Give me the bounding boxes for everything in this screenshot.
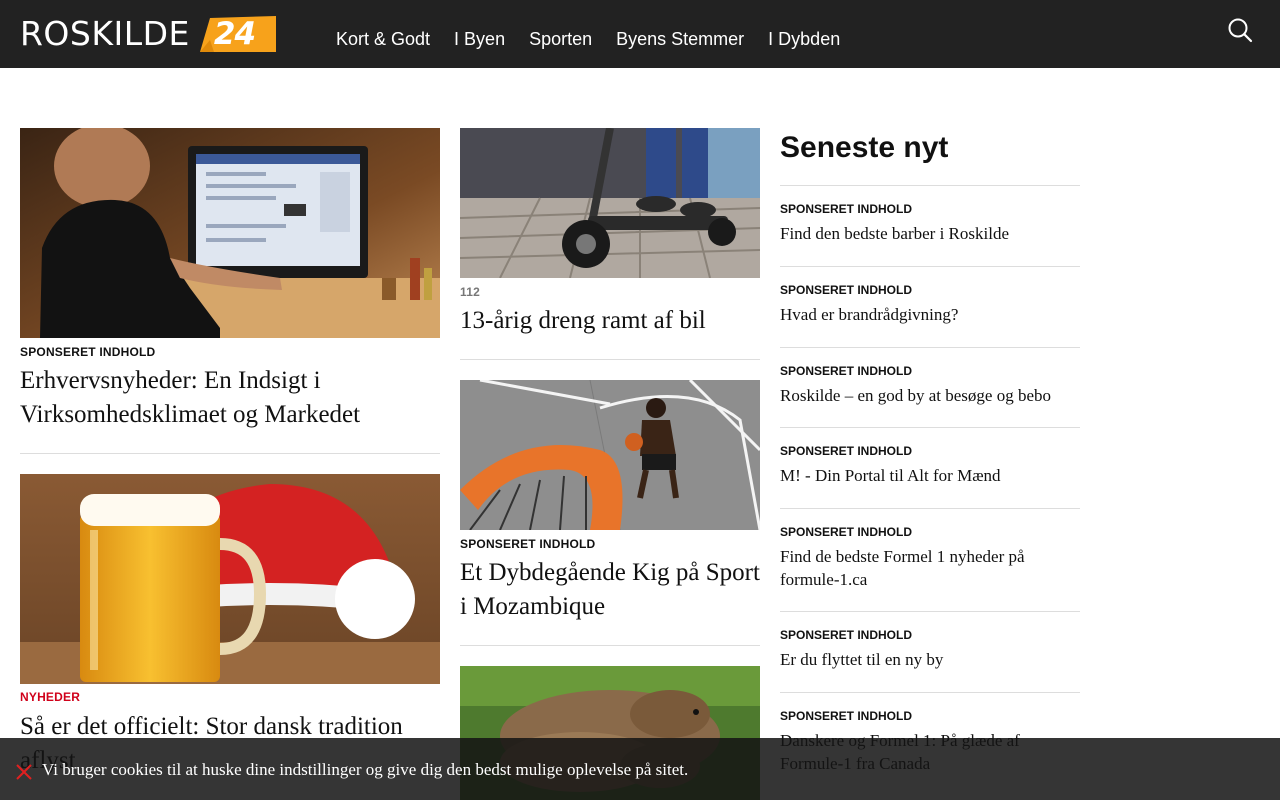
article-kicker: NYHEDER [20, 690, 81, 704]
close-icon [16, 764, 32, 780]
article-image-beer[interactable] [20, 474, 440, 684]
search-button[interactable] [1226, 16, 1254, 44]
article-kicker: SPONSERET INDHOLD [20, 345, 156, 359]
article-image-scooter[interactable] [460, 128, 760, 278]
search-icon [1228, 18, 1253, 43]
site-header: ROSKILDE 24 Kort & Godt I Byen Sporten B… [0, 0, 1280, 68]
nav-item-i-dybden[interactable]: I Dybden [768, 29, 840, 50]
nav-item-sporten[interactable]: Sporten [529, 29, 592, 50]
sidebar-item[interactable]: SPONSERET INDHOLD Er du flyttet til en n… [780, 611, 1080, 692]
article-image-computer[interactable] [20, 128, 440, 338]
sidebar-item-title[interactable]: Roskilde – en god by at besøge og bebo [780, 384, 1070, 407]
article-headline[interactable]: Erhvervsnyheder: En Indsigt i Virksomhed… [20, 364, 440, 432]
nav-item-i-byen[interactable]: I Byen [454, 29, 505, 50]
sidebar-item-title[interactable]: Find de bedste Formel 1 nyheder på formu… [780, 545, 1070, 591]
divider [460, 359, 760, 360]
sidebar-item-kicker: SPONSERET INDHOLD [780, 628, 913, 642]
sidebar-item-title[interactable]: Hvad er brandrådgivning? [780, 303, 1070, 326]
sidebar-item[interactable]: SPONSERET INDHOLD Roskilde – en god by a… [780, 347, 1080, 427]
logo-number: 24 [213, 16, 256, 52]
sidebar-item[interactable]: SPONSERET INDHOLD Find de bedste Formel … [780, 508, 1080, 611]
sidebar-item-kicker: SPONSERET INDHOLD [780, 202, 913, 216]
sidebar-item-kicker: SPONSERET INDHOLD [780, 364, 913, 378]
article-kicker: SPONSERET INDHOLD [460, 537, 596, 551]
article-card-mozambique[interactable]: SPONSERET INDHOLD Et Dybdegående Kig på … [460, 380, 760, 646]
site-logo[interactable]: ROSKILDE 24 [20, 15, 276, 53]
article-headline[interactable]: 13-årig dreng ramt af bil [460, 304, 760, 338]
sidebar-item[interactable]: SPONSERET INDHOLD Find den bedste barber… [780, 185, 1080, 266]
divider [20, 453, 440, 454]
nav-item-kort-og-godt[interactable]: Kort & Godt [336, 29, 430, 50]
sidebar-item-title[interactable]: Er du flyttet til en ny by [780, 648, 1070, 671]
sidebar-item-title[interactable]: M! - Din Portal til Alt for Mænd [780, 464, 1070, 487]
logo-badge: 24 [199, 16, 276, 52]
cookie-close-button[interactable] [14, 762, 34, 782]
article-headline[interactable]: Et Dybdegående Kig på Sport i Mozambique [460, 556, 760, 624]
logo-text: ROSKILDE [20, 14, 190, 53]
article-image-basketball[interactable] [460, 380, 760, 530]
sidebar-item-kicker: SPONSERET INDHOLD [780, 709, 913, 723]
sidebar-item[interactable]: SPONSERET INDHOLD Hvad er brandrådgivnin… [780, 266, 1080, 347]
article-kicker: 112 [460, 285, 480, 299]
article-card-erhvervsnyheder[interactable]: SPONSERET INDHOLD Erhvervsnyheder: En In… [20, 128, 440, 454]
sidebar-item-title[interactable]: Find den bedste barber i Roskilde [780, 222, 1070, 245]
divider [460, 645, 760, 646]
sidebar-item-kicker: SPONSERET INDHOLD [780, 283, 913, 297]
sidebar-item-kicker: SPONSERET INDHOLD [780, 444, 913, 458]
sidebar-item-kicker: SPONSERET INDHOLD [780, 525, 913, 539]
nav-item-byens-stemmer[interactable]: Byens Stemmer [616, 29, 744, 50]
sidebar-item[interactable]: SPONSERET INDHOLD M! - Din Portal til Al… [780, 427, 1080, 508]
article-card-dreng-ramt[interactable]: 112 13-årig dreng ramt af bil [460, 128, 760, 360]
cookie-banner: Vi bruger cookies til at huske dine inds… [0, 738, 1280, 800]
main-nav: Kort & Godt I Byen Sporten Byens Stemmer… [336, 0, 864, 68]
sidebar-title: Seneste nyt [780, 131, 949, 164]
cookie-message: Vi bruger cookies til at huske dine inds… [42, 760, 689, 779]
